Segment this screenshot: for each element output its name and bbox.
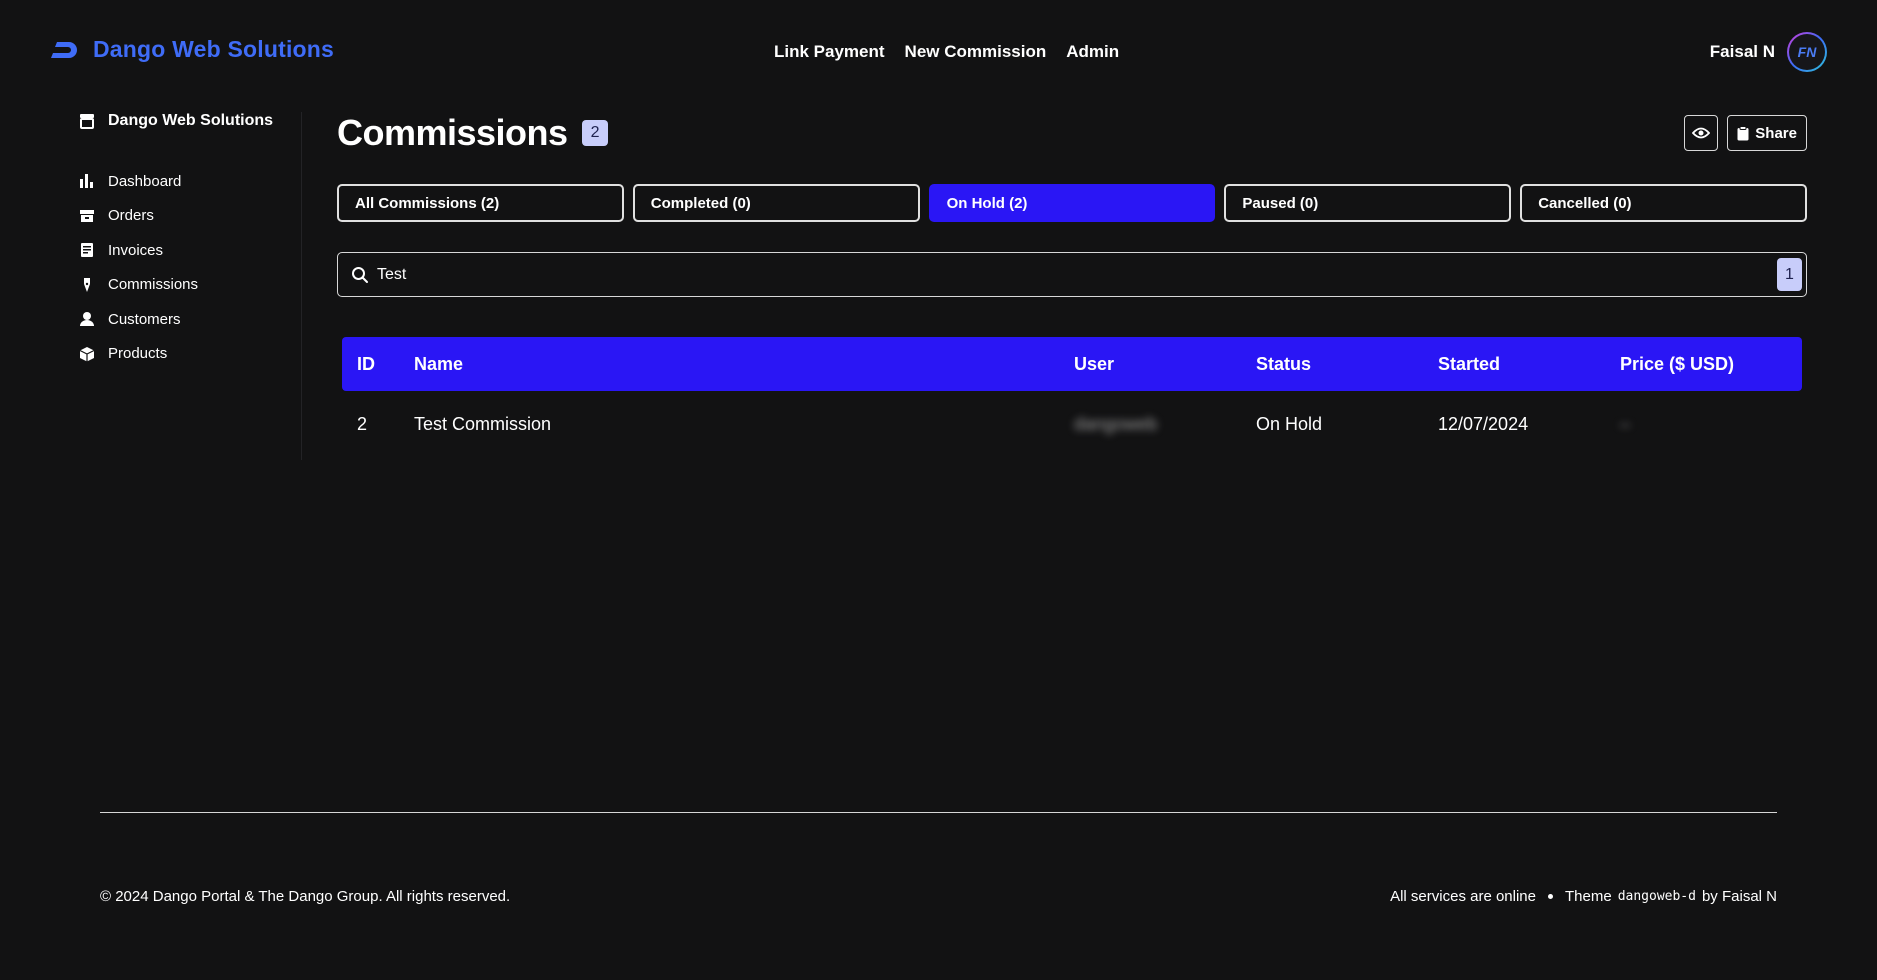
sidebar-item-customers[interactable]: Customers — [78, 302, 301, 337]
header-started[interactable]: Started — [1438, 354, 1620, 375]
sidebar-brand-label: Dango Web Solutions — [108, 112, 274, 129]
user-name: Faisal N — [1709, 42, 1775, 61]
nav-new-commission[interactable]: New Commission — [905, 42, 1047, 62]
page-actions: Share — [1684, 115, 1807, 151]
brand-name: Dango Web Solutions — [93, 36, 335, 62]
bar-chart-icon — [78, 172, 96, 190]
sidebar-brand[interactable]: Dango Web Solutions — [78, 112, 301, 130]
cell-name: Test Commission — [414, 413, 552, 434]
sidebar-item-label: Dashboard — [108, 172, 182, 190]
main-content: Commissions 2 Share All Commissions (2) … — [337, 112, 1807, 457]
cell-started: 12/07/2024 — [1438, 413, 1529, 434]
sidebar-item-label: Orders — [108, 207, 154, 225]
header-user[interactable]: User — [1074, 354, 1256, 375]
filter-paused[interactable]: Paused (0) — [1224, 184, 1512, 222]
clipboard-icon — [1737, 125, 1749, 140]
footer-status: All services are online Theme dangoweb-d… — [1390, 888, 1777, 905]
count-badge: 2 — [581, 120, 609, 146]
filter-cancelled[interactable]: Cancelled (0) — [1520, 184, 1807, 222]
search-bar[interactable]: 1 — [337, 252, 1807, 297]
theme-author[interactable]: by Faisal N — [1702, 888, 1777, 905]
commissions-table: ID Name User Status Started Price ($ USD… — [342, 337, 1802, 457]
view-button[interactable] — [1684, 115, 1719, 151]
nav-admin[interactable]: Admin — [1066, 42, 1119, 62]
table-header: ID Name User Status Started Price ($ USD… — [342, 337, 1802, 391]
cell-status: On Hold — [1256, 413, 1323, 434]
sidebar-item-dashboard[interactable]: Dashboard — [78, 164, 301, 199]
service-status[interactable]: All services are online — [1390, 888, 1536, 905]
filter-on-hold[interactable]: On Hold (2) — [928, 184, 1216, 222]
footer-copyright: © 2024 Dango Portal & The Dango Group. A… — [100, 888, 511, 905]
sidebar-item-label: Invoices — [108, 241, 164, 259]
top-links: Link Payment New Commission Admin — [774, 42, 1119, 62]
sidebar-item-label: Customers — [108, 310, 181, 328]
status-filters: All Commissions (2) Completed (0) On Hol… — [337, 184, 1807, 222]
sidebar-item-invoices[interactable]: Invoices — [78, 233, 301, 268]
sidebar-item-products[interactable]: Products — [78, 337, 301, 372]
user-icon — [78, 310, 96, 328]
user-menu[interactable]: Faisal N FN — [1710, 32, 1827, 72]
avatar-initials: FN — [1789, 34, 1825, 70]
search-input[interactable] — [377, 265, 1677, 284]
cell-id: 2 — [357, 413, 368, 434]
footer-divider — [100, 812, 1777, 813]
sidebar: Dango Web Solutions Dashboard Orders Inv… — [78, 112, 302, 460]
cell-price: – — [1620, 413, 1631, 434]
receipt-icon — [78, 241, 96, 259]
brand[interactable]: Dango Web Solutions — [49, 36, 334, 63]
sidebar-item-label: Commissions — [108, 276, 199, 294]
store-icon — [78, 112, 96, 130]
filter-all-commissions[interactable]: All Commissions (2) — [337, 184, 624, 222]
nav-link-payment[interactable]: Link Payment — [774, 42, 885, 62]
sidebar-item-commissions[interactable]: Commissions — [78, 268, 301, 303]
cube-icon — [78, 345, 96, 363]
share-button[interactable]: Share — [1727, 115, 1807, 151]
separator-dot — [1548, 894, 1553, 899]
title-row: Commissions 2 — [337, 112, 1807, 154]
page-title: Commissions — [337, 112, 568, 153]
share-label: Share — [1755, 124, 1797, 142]
sidebar-item-label: Products — [108, 345, 168, 363]
theme-name: dangoweb-d — [1617, 889, 1696, 904]
archive-box-icon — [78, 207, 96, 225]
filter-completed[interactable]: Completed (0) — [632, 184, 920, 222]
header-id[interactable]: ID — [342, 354, 414, 375]
eye-icon — [1692, 127, 1711, 139]
header-name[interactable]: Name — [414, 354, 1074, 375]
search-result-count: 1 — [1777, 258, 1802, 291]
cell-user: dangoweb — [1074, 413, 1158, 434]
search-icon — [352, 266, 368, 283]
top-navbar: Dango Web Solutions Link Payment New Com… — [0, 0, 1877, 106]
header-status[interactable]: Status — [1256, 354, 1438, 375]
table-row[interactable]: 2 Test Commission dangoweb On Hold 12/07… — [342, 391, 1802, 457]
avatar[interactable]: FN — [1787, 32, 1827, 72]
theme-prefix: Theme — [1565, 888, 1612, 905]
pen-nib-icon — [78, 276, 96, 294]
header-price[interactable]: Price ($ USD) — [1620, 354, 1802, 375]
sidebar-item-orders[interactable]: Orders — [78, 199, 301, 234]
dango-logo-icon — [51, 41, 77, 58]
